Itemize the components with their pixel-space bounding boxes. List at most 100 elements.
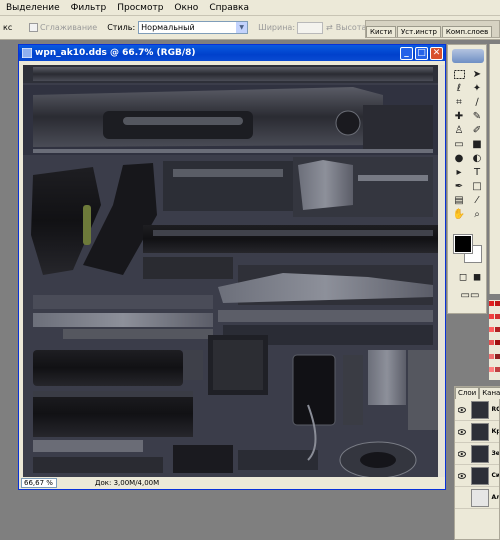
maximize-button[interactable]: □ bbox=[415, 46, 428, 60]
zoom-field[interactable]: 66,67 % bbox=[21, 478, 57, 488]
healing-icon[interactable]: ✚ bbox=[450, 109, 468, 123]
width-input[interactable] bbox=[297, 21, 324, 34]
channel-row[interactable]: Кр bbox=[455, 421, 499, 443]
minimize-button[interactable]: _ bbox=[400, 46, 413, 60]
tab-channels[interactable]: Кана bbox=[479, 387, 500, 399]
pen-icon[interactable]: ✒ bbox=[450, 179, 468, 193]
channel-thumbnail bbox=[470, 466, 490, 485]
menu-select[interactable]: Выделение bbox=[0, 0, 65, 16]
weapon-texture-image bbox=[23, 65, 438, 478]
status-bar: 66,67 % Док: 3,00M/4,00M bbox=[19, 477, 445, 489]
shape-icon[interactable]: □ bbox=[468, 179, 486, 193]
swatch[interactable] bbox=[495, 301, 500, 306]
tab-tool-presets[interactable]: Уст.инстр bbox=[397, 26, 441, 37]
tab-brushes[interactable]: Кисти bbox=[366, 26, 396, 37]
document-titlebar[interactable]: wpn_ak10.dds @ 66.7% (RGB/8) _ □ ✕ bbox=[19, 45, 445, 61]
width-label: Ширина: bbox=[258, 23, 296, 32]
tool-grid: ➤ ℓ ✦ ⌗ ∕ ✚ ✎ ♙ ✐ ▭ ■ ● ◐ ▸ T ✒ □ ▤ ⁄ ✋ … bbox=[450, 67, 486, 221]
eraser-icon[interactable]: ▭ bbox=[450, 137, 468, 151]
stamp-icon[interactable]: ♙ bbox=[450, 123, 468, 137]
channel-name: Ал bbox=[491, 494, 499, 501]
document-icon bbox=[22, 48, 32, 58]
antialias-checkbox[interactable] bbox=[29, 23, 38, 32]
channel-thumbnail bbox=[470, 422, 490, 441]
ps-feather-icon[interactable] bbox=[452, 49, 484, 63]
swatches-panel bbox=[489, 300, 500, 380]
magic-wand-icon[interactable]: ✦ bbox=[468, 81, 486, 95]
swatch[interactable] bbox=[495, 340, 500, 346]
channel-name: Кр bbox=[491, 428, 499, 435]
menu-filter[interactable]: Фильтр bbox=[65, 0, 112, 16]
notes-icon[interactable]: ▤ bbox=[450, 193, 468, 207]
history-brush-icon[interactable]: ✐ bbox=[468, 123, 486, 137]
document-window: wpn_ak10.dds @ 66.7% (RGB/8) _ □ ✕ 66,67… bbox=[18, 44, 446, 490]
swatch[interactable] bbox=[489, 301, 494, 306]
eye-icon[interactable] bbox=[458, 450, 466, 458]
layers-tabs: Слои Кана bbox=[455, 387, 500, 399]
crop-icon[interactable]: ⌗ bbox=[450, 95, 468, 109]
slice-icon[interactable]: ∕ bbox=[468, 95, 486, 109]
menu-window[interactable]: Окно bbox=[168, 0, 203, 16]
brush-icon[interactable]: ✎ bbox=[468, 109, 486, 123]
navigator-panel bbox=[489, 44, 500, 294]
eyedropper-icon[interactable]: ⁄ bbox=[468, 193, 486, 207]
tab-layer-comps[interactable]: Комп.слоев bbox=[441, 26, 493, 37]
channel-thumbnail bbox=[470, 400, 490, 419]
texture-canvas[interactable] bbox=[23, 65, 438, 478]
channel-thumbnail bbox=[470, 488, 490, 507]
chevron-down-icon: ▼ bbox=[236, 22, 248, 33]
blur-icon[interactable]: ● bbox=[450, 151, 468, 165]
document-title: wpn_ak10.dds @ 66.7% (RGB/8) bbox=[35, 48, 196, 58]
quickmask-icon[interactable]: ◻ bbox=[456, 271, 470, 283]
dodge-icon[interactable]: ◐ bbox=[468, 151, 486, 165]
gradient-icon[interactable]: ■ bbox=[468, 137, 486, 151]
foreground-color[interactable] bbox=[453, 234, 473, 254]
swatch[interactable] bbox=[495, 366, 500, 372]
swatch[interactable] bbox=[489, 340, 494, 346]
path-select-icon[interactable]: ▸ bbox=[450, 165, 468, 179]
close-button[interactable]: ✕ bbox=[430, 46, 443, 60]
hand-icon[interactable]: ✋ bbox=[450, 207, 468, 221]
swatch[interactable] bbox=[489, 314, 494, 320]
lasso-icon[interactable]: ℓ bbox=[450, 81, 468, 95]
screenmode-icon[interactable]: ▭▭ bbox=[456, 289, 484, 301]
menu-view[interactable]: Просмотр bbox=[111, 0, 168, 16]
style-select-value: Нормальный bbox=[141, 23, 195, 32]
eye-icon[interactable] bbox=[458, 406, 466, 414]
channel-row[interactable]: RG bbox=[455, 399, 499, 421]
swatch[interactable] bbox=[495, 314, 500, 320]
eye-icon[interactable] bbox=[458, 472, 466, 480]
swatch[interactable] bbox=[495, 353, 500, 359]
swatch[interactable] bbox=[495, 327, 500, 333]
channel-name: Си bbox=[491, 472, 499, 479]
palette-well: Кисти Уст.инстр Комп.слоев bbox=[365, 20, 500, 38]
channel-row[interactable]: Ал bbox=[455, 487, 499, 509]
layers-panel: Слои Кана RG Кр Зе Си Ал bbox=[454, 386, 500, 540]
move-icon[interactable]: ➤ bbox=[468, 67, 486, 81]
eye-icon[interactable] bbox=[458, 428, 466, 436]
quickmask-on-icon[interactable]: ◼ bbox=[470, 271, 484, 283]
tab-layers[interactable]: Слои bbox=[455, 387, 480, 399]
style-select[interactable]: Нормальный ▼ bbox=[138, 21, 249, 34]
channel-name: Зе bbox=[491, 450, 499, 457]
channel-name: RG bbox=[491, 406, 499, 413]
swatch[interactable] bbox=[489, 327, 494, 333]
doc-size-info[interactable]: Док: 3,00M/4,00M bbox=[95, 479, 159, 487]
swatch[interactable] bbox=[489, 353, 494, 359]
swap-icon: ⇄ bbox=[326, 23, 333, 32]
feather-value[interactable]: кс bbox=[3, 23, 25, 32]
menu-bar: Выделение Фильтр Просмотр Окно Справка bbox=[0, 0, 500, 16]
eye-slot[interactable] bbox=[458, 494, 466, 502]
marquee-icon[interactable] bbox=[450, 67, 468, 81]
color-swatches[interactable] bbox=[453, 234, 484, 265]
menu-help[interactable]: Справка bbox=[203, 0, 254, 16]
channel-row[interactable]: Зе bbox=[455, 443, 499, 465]
channel-row[interactable]: Си bbox=[455, 465, 499, 487]
style-label: Стиль: bbox=[107, 23, 136, 32]
channel-thumbnail bbox=[470, 444, 490, 463]
antialias-label: Сглаживание bbox=[40, 23, 98, 32]
swatch[interactable] bbox=[489, 366, 494, 372]
type-icon[interactable]: T bbox=[468, 165, 486, 179]
vertical-scrollbar[interactable] bbox=[438, 65, 445, 478]
zoom-icon[interactable]: ⌕ bbox=[468, 207, 486, 221]
